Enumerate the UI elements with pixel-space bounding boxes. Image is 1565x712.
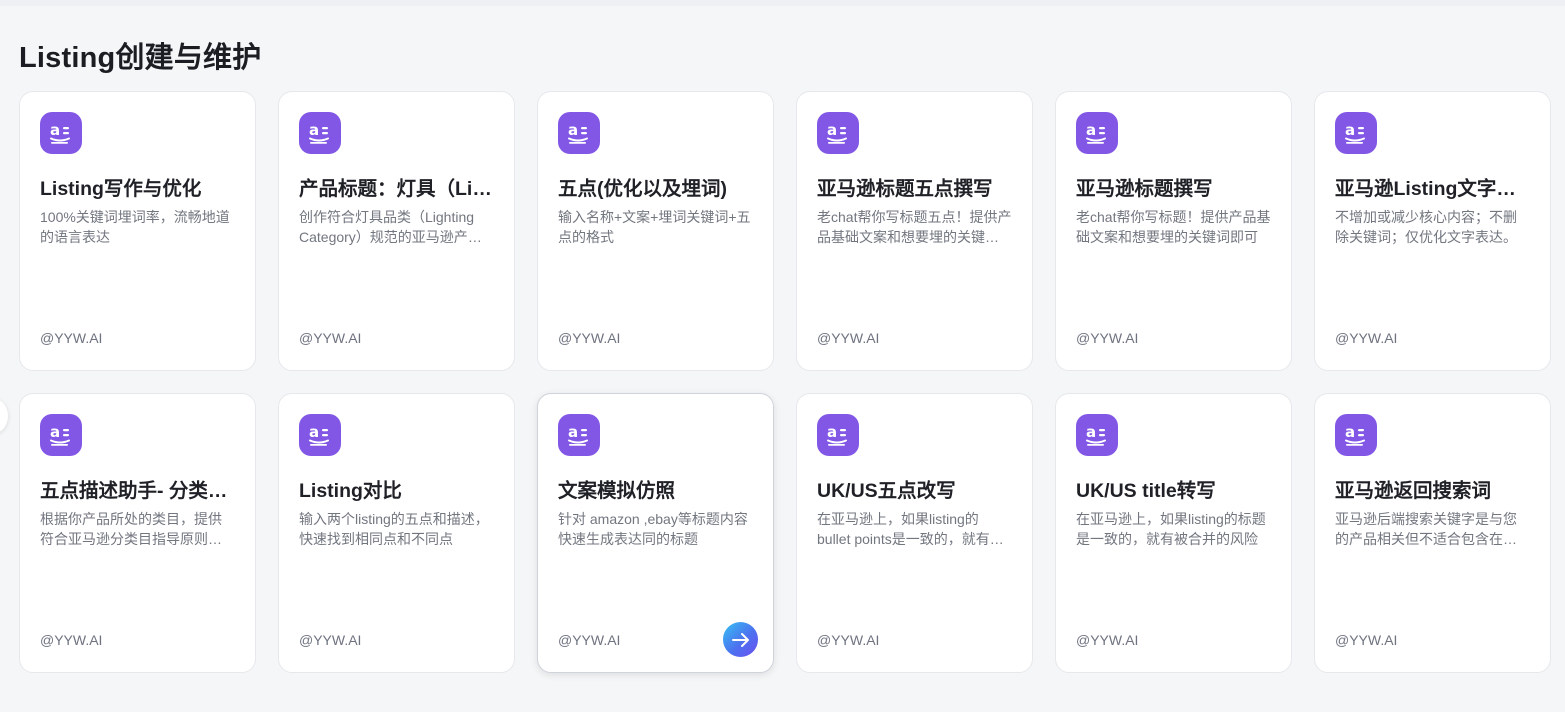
app-card-11[interactable]: a UK/US title转写 在亚马逊上，如果listing的标题是一致的，就… bbox=[1055, 393, 1292, 673]
card-title: Listing对比 bbox=[299, 480, 402, 502]
card-description: 输入名称+文案+埋词关键词+五点的格式 bbox=[558, 209, 751, 245]
amazon-icon: a bbox=[1335, 112, 1377, 154]
svg-text:a: a bbox=[1086, 121, 1096, 139]
amazon-icon: a bbox=[1076, 414, 1118, 456]
card-description: 在亚马逊上，如果listing的标题是一致的，就有被合并的风险 bbox=[1076, 511, 1266, 547]
card-description: 在亚马逊上，如果listing的bullet points是一致的，就有被合并的… bbox=[817, 511, 1004, 547]
app-card-10[interactable]: a UK/US五点改写 在亚马逊上，如果listing的bullet point… bbox=[796, 393, 1033, 673]
card-author: @YYW.AI bbox=[1076, 632, 1139, 648]
card-title: 五点描述助手- 分类指导 bbox=[40, 480, 235, 502]
svg-text:a: a bbox=[568, 423, 578, 441]
side-scroll-handle[interactable] bbox=[0, 398, 8, 434]
card-author: @YYW.AI bbox=[1335, 330, 1398, 346]
card-description: 100%关键词埋词率，流畅地道的语言表达 bbox=[40, 209, 230, 245]
card-description: 针对 amazon ,ebay等标题内容快速生成表达同的标题 bbox=[558, 511, 748, 547]
card-title: 亚马逊标题五点撰写 bbox=[817, 178, 993, 200]
card-author: @YYW.AI bbox=[558, 632, 621, 648]
card-author: @YYW.AI bbox=[299, 632, 362, 648]
card-author: @YYW.AI bbox=[1076, 330, 1139, 346]
svg-text:a: a bbox=[1086, 423, 1096, 441]
card-description: 输入两个listing的五点和描述，快速找到相同点和不同点 bbox=[299, 511, 489, 547]
card-description: 根据你产品所处的类目，提供符合亚马逊分类目指导原则的五点描述 bbox=[40, 511, 222, 547]
app-card-5[interactable]: a 亚马逊标题撰写 老chat帮你写标题！提供产品基础文案和想要埋的关键词即可 … bbox=[1055, 91, 1292, 371]
svg-text:a: a bbox=[568, 121, 578, 139]
card-title: 文案模拟仿照 bbox=[558, 480, 676, 502]
app-card-12[interactable]: a 亚马逊返回搜索词 亚马逊后端搜索关键字是与您的产品相关但不适合包含在标题中的… bbox=[1314, 393, 1551, 673]
app-card-8[interactable]: a Listing对比 输入两个listing的五点和描述，快速找到相同点和不同… bbox=[278, 393, 515, 673]
card-author: @YYW.AI bbox=[817, 330, 880, 346]
svg-text:a: a bbox=[827, 121, 837, 139]
card-title: 亚马逊标题撰写 bbox=[1076, 178, 1213, 200]
svg-text:a: a bbox=[1345, 121, 1355, 139]
card-description: 老chat帮你写标题！提供产品基础文案和想要埋的关键词即可 bbox=[1076, 209, 1271, 245]
app-card-7[interactable]: a 五点描述助手- 分类指导 根据你产品所处的类目，提供符合亚马逊分类目指导原则… bbox=[19, 393, 256, 673]
svg-text:a: a bbox=[309, 121, 319, 139]
amazon-icon: a bbox=[40, 414, 82, 456]
card-title: UK/US title转写 bbox=[1076, 480, 1216, 502]
card-description: 不增加或减少核心内容；不删除关键词；仅优化文字表达。 bbox=[1335, 209, 1517, 245]
app-card-3[interactable]: a 五点(优化以及埋词) 输入名称+文案+埋词关键词+五点的格式 @YYW.AI bbox=[537, 91, 774, 371]
app-card-2[interactable]: a 产品标题：灯具（Lighting Category） 创作符合灯具品类（Li… bbox=[278, 91, 515, 371]
card-title: 五点(优化以及埋词) bbox=[558, 178, 727, 200]
svg-text:a: a bbox=[50, 423, 60, 441]
amazon-icon: a bbox=[558, 414, 600, 456]
amazon-icon: a bbox=[1076, 112, 1118, 154]
card-description: 老chat帮你写标题五点！提供产品基础文案和想要埋的关键词即可 bbox=[817, 209, 1012, 245]
card-author: @YYW.AI bbox=[40, 330, 103, 346]
card-author: @YYW.AI bbox=[40, 632, 103, 648]
amazon-icon: a bbox=[1335, 414, 1377, 456]
card-title: UK/US五点改写 bbox=[817, 480, 956, 502]
app-card-6[interactable]: a 亚马逊Listing文字优化 不增加或减少核心内容；不删除关键词；仅优化文字… bbox=[1314, 91, 1551, 371]
card-title: Listing写作与优化 bbox=[40, 178, 202, 200]
app-card-9[interactable]: a 文案模拟仿照 针对 amazon ,ebay等标题内容快速生成表达同的标题 … bbox=[537, 393, 774, 673]
card-title: 产品标题：灯具（Lighting Category） bbox=[299, 178, 494, 200]
section-title: Listing创建与维护 bbox=[19, 42, 262, 74]
card-author: @YYW.AI bbox=[817, 632, 880, 648]
top-strip bbox=[0, 0, 1565, 6]
amazon-icon: a bbox=[299, 112, 341, 154]
card-title: 亚马逊Listing文字优化 bbox=[1335, 178, 1530, 200]
amazon-icon: a bbox=[299, 414, 341, 456]
svg-text:a: a bbox=[1345, 423, 1355, 441]
amazon-icon: a bbox=[817, 112, 859, 154]
svg-text:a: a bbox=[309, 423, 319, 441]
open-app-button[interactable] bbox=[723, 622, 758, 657]
card-author: @YYW.AI bbox=[299, 330, 362, 346]
svg-text:a: a bbox=[50, 121, 60, 139]
amazon-icon: a bbox=[558, 112, 600, 154]
amazon-icon: a bbox=[40, 112, 82, 154]
card-description: 亚马逊后端搜索关键字是与您的产品相关但不适合包含在标题中的词 bbox=[1335, 511, 1517, 547]
amazon-icon: a bbox=[817, 414, 859, 456]
svg-text:a: a bbox=[827, 423, 837, 441]
app-card-4[interactable]: a 亚马逊标题五点撰写 老chat帮你写标题五点！提供产品基础文案和想要埋的关键… bbox=[796, 91, 1033, 371]
card-author: @YYW.AI bbox=[558, 330, 621, 346]
arrow-right-icon bbox=[731, 632, 749, 647]
card-title: 亚马逊返回搜索词 bbox=[1335, 480, 1492, 502]
app-card-1[interactable]: a Listing写作与优化 100%关键词埋词率，流畅地道的语言表达 @YYW… bbox=[19, 91, 256, 371]
card-author: @YYW.AI bbox=[1335, 632, 1398, 648]
card-description: 创作符合灯具品类（Lighting Category）规范的亚马逊产品标题 bbox=[299, 209, 482, 245]
card-grid: a Listing写作与优化 100%关键词埋词率，流畅地道的语言表达 @YYW… bbox=[19, 91, 1551, 673]
